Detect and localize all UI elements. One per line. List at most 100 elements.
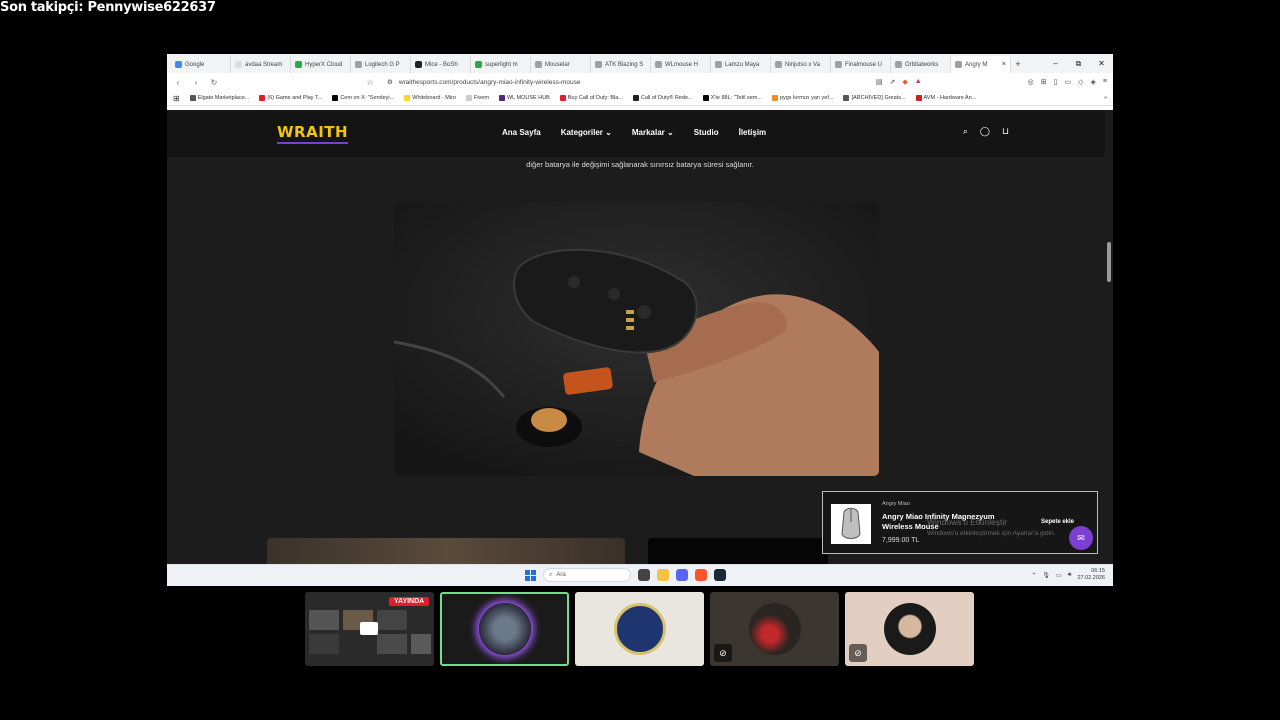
bookmark-item[interactable]: [ARCHIVED] Greats... [843,95,906,101]
browser-tab[interactable]: Orbitalworks [891,56,951,73]
bookmark-favicon-icon [843,95,850,101]
bookmark-label: Fivem [473,95,489,101]
shield-icon[interactable]: ◈ [1091,78,1096,86]
downloads-icon[interactable]: ⊞ [1041,78,1047,86]
volume-icon[interactable]: 🔊︎ [1068,572,1072,579]
browser-tab[interactable]: Logitech G P [351,56,411,73]
bookmark-icon[interactable]: ☆ [365,78,375,87]
minimize-button[interactable]: – [1044,54,1067,73]
browser-tab[interactable]: Finalmouse U [831,56,891,73]
browser-tab[interactable]: Google [171,56,231,73]
discord-icon[interactable] [676,569,688,581]
search-icon: ⌕ [549,571,553,578]
bookmarks-more-icon[interactable]: » [1104,95,1107,101]
file-explorer-icon[interactable] [657,569,669,581]
cart-price: 7,999.00 TL [882,537,920,544]
network-icon[interactable]: ▭ [1056,572,1062,579]
gallery-thumbnail[interactable] [648,538,828,564]
browser-tab[interactable]: ATK Blazing S [591,56,651,73]
clock[interactable]: 06:15 27.02.2026 [1077,568,1105,582]
bookmark-item[interactable]: Fivem [465,95,489,101]
tab-favicon-icon [235,61,242,68]
tab-favicon-icon [535,61,542,68]
bookmark-item[interactable]: Elgato Marketplace... [189,95,249,101]
tab-label: Finalmouse U [845,61,883,68]
address-bar[interactable]: ⚙ wraithesports.com/products/angry-miao-… [383,75,868,89]
tab-label: Mouselar [545,61,570,68]
bookmark-item[interactable]: pygx kırmızı yan yef... [771,95,833,101]
browser-tab[interactable]: WLmouse H [651,56,711,73]
new-tab-button[interactable]: + [1011,59,1025,69]
extensions-icon[interactable]: ◎ [1028,78,1034,86]
bookmark-item[interactable]: AVM - Hardware An... [915,95,976,101]
sidebar-icon[interactable]: ▯ [1054,78,1058,86]
menu-brands[interactable]: Markalar ⌄ [632,128,674,137]
bookmark-item[interactable]: (6) Game and Play T... [259,95,322,101]
menu-icon[interactable]: ≡ [1103,78,1107,86]
browser-tab[interactable]: Angry M × [951,56,1011,73]
menu-contact[interactable]: İletişim [739,128,767,137]
menu-categories[interactable]: Kategoriler ⌄ [561,128,612,137]
brave-shield-icon[interactable]: ◆ [902,78,907,86]
reload-icon[interactable]: ↻ [209,78,219,87]
main-menu: Ana Sayfa Kategoriler ⌄ Markalar ⌄ Studi… [502,128,766,137]
apps-icon[interactable]: ⊞ [173,94,180,103]
mouse-in-hand-illustration [394,202,879,476]
bookmark-item[interactable]: Buy Call of Duty: Bla... [559,95,623,101]
steam-icon[interactable] [714,569,726,581]
chat-icon[interactable]: ✉ [1069,526,1093,550]
participant-tile-logo[interactable] [575,592,704,666]
tray-chevron-icon[interactable]: ⌃ [1031,572,1036,579]
bookmark-item[interactable]: Call of Duty® Rede... [632,95,693,101]
restore-button[interactable]: ⧉ [1067,54,1090,73]
clock-time: 06:15 [1091,568,1105,574]
browser-tab[interactable]: Ninjutso x Va [771,56,831,73]
tab-label: WLmouse H [665,61,699,68]
browser-tab[interactable]: Mice - BoSh [411,56,471,73]
participant-tile-camera[interactable]: ⊘ [710,592,839,666]
participant-tile-bot[interactable] [440,592,569,666]
page-icon[interactable]: ▤ [876,78,883,86]
bookmark-label: Cem on X: "Sendeyi... [340,95,395,101]
bookmark-item[interactable]: X'te 88L: "Tetil sem... [702,95,762,101]
mic-icon[interactable]: 🎙︎ [1042,572,1050,579]
bookmark-item[interactable]: Whiteboard - Miro [404,95,456,101]
participant-avatar [883,603,936,655]
gallery-thumbnail[interactable] [267,538,625,564]
bookmark-item[interactable]: WL MOUSE HUB [498,95,550,101]
bookmark-label: (6) Game and Play T... [267,95,323,101]
task-view-icon[interactable] [638,569,650,581]
browser-tab[interactable]: Lamzu Maya [711,56,771,73]
back-icon[interactable]: ‹ [173,78,183,87]
browser-tab[interactable]: HyperX Cloud [291,56,351,73]
browser-tab[interactable]: avdaa Stream [231,56,291,73]
account-icon[interactable]: ◯ [980,126,990,137]
wraith-logo[interactable]: WRAITH [277,123,349,144]
tab-favicon-icon [775,61,782,68]
forward-icon[interactable]: › [191,78,201,87]
add-to-cart-button[interactable]: Sepete ekle [1041,519,1074,525]
menu-studio[interactable]: Studio [694,128,719,137]
wallet-icon[interactable]: ▭ [1065,78,1072,86]
brave-icon[interactable] [695,569,707,581]
browser-tab[interactable]: Mouselar [531,56,591,73]
close-button[interactable]: ✕ [1090,54,1113,73]
menu-home[interactable]: Ana Sayfa [502,128,541,137]
site-info-icon[interactable]: ⚙ [387,78,393,86]
vpn-icon[interactable]: ◇ [1078,78,1083,86]
page-scrollbar[interactable] [1105,110,1113,564]
taskbar-search[interactable]: ⌕ Ara [543,568,631,582]
tab-favicon-icon [175,61,182,68]
bookmark-item[interactable]: Cem on X: "Sendeyi... [332,95,394,101]
browser-tab[interactable]: superlight m [471,56,531,73]
participant-tile-user[interactable]: ⊘ [845,592,974,666]
close-tab-icon[interactable]: × [1002,61,1006,68]
start-icon[interactable] [525,569,536,581]
cart-icon[interactable]: ⊔ [1002,126,1009,137]
rewards-icon[interactable]: ▲ [915,78,922,86]
screen-share-tile[interactable]: YAYINDA [305,592,434,666]
share-icon[interactable]: ⇗ [889,78,895,86]
tab-label: Orbitalworks [905,61,939,68]
scrollbar-thumb[interactable] [1107,242,1111,282]
search-icon[interactable]: ⌕ [963,126,968,137]
